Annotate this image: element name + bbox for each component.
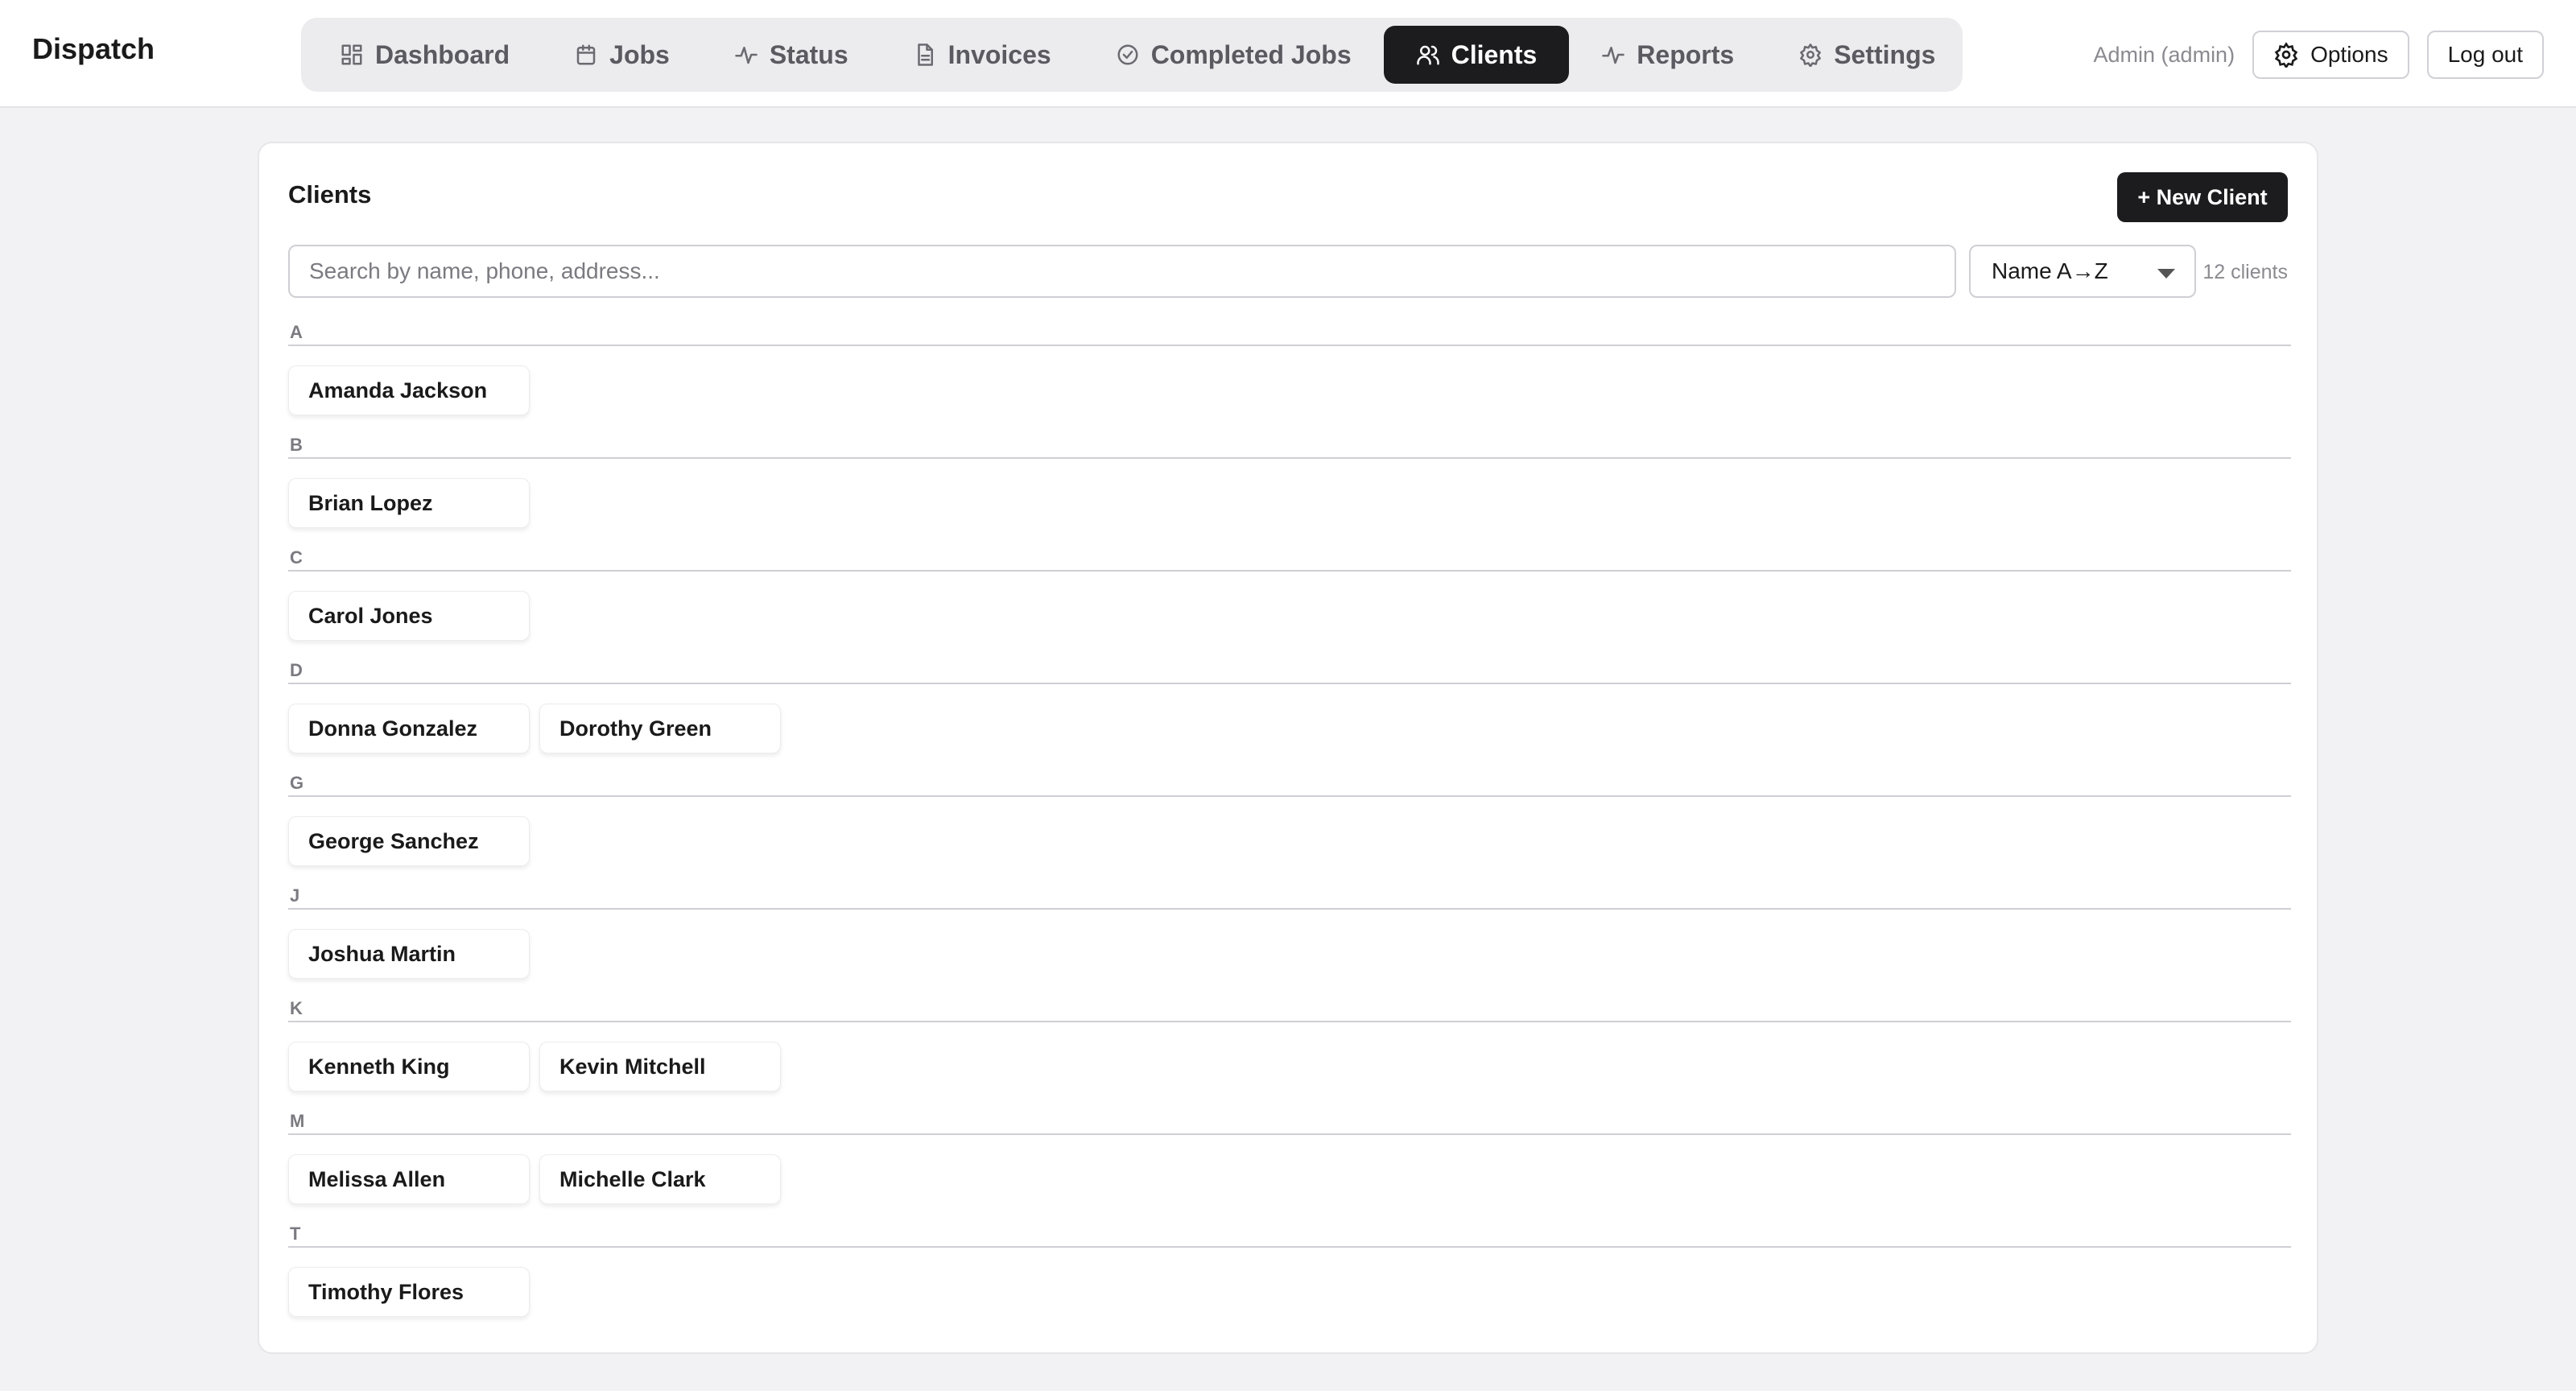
client-card[interactable]: Kenneth King (288, 1042, 530, 1092)
client-card[interactable]: Michelle Clark (539, 1154, 781, 1204)
nav-item-status[interactable]: Status (702, 26, 881, 84)
current-user: Admin (admin) (2093, 42, 2235, 67)
logout-button[interactable]: Log out (2426, 31, 2544, 79)
client-row: Donna Gonzalez Dorothy Green (288, 704, 2291, 753)
activity-icon (735, 47, 758, 64)
sort-select[interactable]: Name A→Z (1969, 245, 2196, 298)
group-letter-heading: B (288, 436, 2291, 459)
chevron-down-icon (2157, 269, 2175, 279)
client-card[interactable]: Joshua Martin (288, 929, 530, 979)
client-group: D Donna Gonzalez Dorothy Green (288, 662, 2291, 774)
new-client-button[interactable]: + New Client (2117, 172, 2288, 222)
client-row: Kenneth King Kevin Mitchell (288, 1042, 2291, 1092)
client-row: Amanda Jackson (288, 365, 2291, 415)
main-nav: Dashboard Jobs Status Invoices Completed… (301, 18, 1963, 92)
nav-label: Clients (1451, 39, 1538, 69)
group-letter-heading: A (288, 324, 2291, 346)
check-circle-icon (1117, 44, 1138, 65)
nav-label: Reports (1637, 39, 1735, 69)
client-group: A Amanda Jackson (288, 324, 2291, 436)
app-brand: Dispatch (32, 32, 155, 65)
client-card[interactable]: George Sanchez (288, 816, 530, 866)
client-group: B Brian Lopez (288, 436, 2291, 549)
client-card[interactable]: Kevin Mitchell (539, 1042, 781, 1092)
group-letter-heading: J (288, 887, 2291, 910)
client-row: Timothy Flores (288, 1267, 2291, 1317)
client-card[interactable]: Carol Jones (288, 591, 530, 641)
client-card[interactable]: Dorothy Green (539, 704, 781, 753)
client-group: C Carol Jones (288, 549, 2291, 662)
header-actions: Admin (admin) Options Log out (2094, 31, 2544, 79)
group-letter-heading: T (288, 1225, 2291, 1248)
client-row: George Sanchez (288, 816, 2291, 866)
group-letter-heading: D (288, 662, 2291, 684)
client-row: Brian Lopez (288, 478, 2291, 528)
gear-icon (2274, 42, 2298, 68)
client-card[interactable]: Brian Lopez (288, 478, 530, 528)
nav-item-settings[interactable]: Settings (1766, 26, 1967, 84)
options-label: Options (2310, 42, 2388, 67)
client-card[interactable]: Amanda Jackson (288, 365, 530, 415)
nav-item-dashboard[interactable]: Dashboard (308, 26, 542, 84)
client-row: Joshua Martin (288, 929, 2291, 979)
group-letter-heading: M (288, 1112, 2291, 1135)
dashboard-icon (341, 44, 362, 65)
client-group: J Joshua Martin (288, 887, 2291, 1000)
gear-icon (1800, 43, 1822, 67)
client-card[interactable]: Melissa Allen (288, 1154, 530, 1204)
users-icon (1416, 45, 1439, 65)
nav-item-invoices[interactable]: Invoices (881, 26, 1084, 84)
client-count: 12 clients (2202, 261, 2288, 283)
group-letter-heading: G (288, 774, 2291, 797)
nav-label: Completed Jobs (1150, 39, 1352, 69)
client-card[interactable]: Donna Gonzalez (288, 704, 530, 753)
client-row: Melissa Allen Michelle Clark (288, 1154, 2291, 1204)
group-letter-heading: C (288, 549, 2291, 572)
nav-item-jobs[interactable]: Jobs (542, 26, 702, 84)
page-title: Clients (288, 180, 372, 208)
client-group: M Melissa Allen Michelle Clark (288, 1112, 2291, 1225)
nav-item-reports[interactable]: Reports (1569, 26, 1766, 84)
client-group: T Timothy Flores (288, 1225, 2291, 1338)
client-card[interactable]: Timothy Flores (288, 1267, 530, 1317)
client-group: K Kenneth King Kevin Mitchell (288, 1000, 2291, 1112)
options-button[interactable]: Options (2252, 31, 2409, 79)
nav-label: Invoices (947, 39, 1051, 69)
client-groups: A Amanda Jackson B Brian Lopez C Carol Jones D… (288, 324, 2291, 1338)
search-input[interactable] (288, 245, 1956, 298)
document-icon (917, 43, 933, 66)
client-group: G George Sanchez (288, 774, 2291, 887)
clients-card: Clients + New Client Name A→Z 12 clients… (258, 142, 2318, 1354)
nav-item-completed-jobs[interactable]: Completed Jobs (1084, 26, 1384, 84)
sort-selected-value: Name A→Z (1992, 258, 2108, 283)
group-letter-heading: K (288, 1000, 2291, 1022)
nav-label: Dashboard (375, 39, 510, 69)
top-bar: Dispatch Dashboard Jobs Status Invoices … (0, 0, 2576, 108)
activity-icon (1602, 47, 1625, 64)
nav-label: Jobs (609, 39, 670, 69)
nav-label: Status (769, 39, 848, 69)
nav-label: Settings (1834, 39, 1936, 69)
logout-label: Log out (2447, 42, 2523, 67)
calendar-icon (576, 44, 596, 65)
nav-item-clients[interactable]: Clients (1383, 26, 1570, 84)
client-row: Carol Jones (288, 591, 2291, 641)
